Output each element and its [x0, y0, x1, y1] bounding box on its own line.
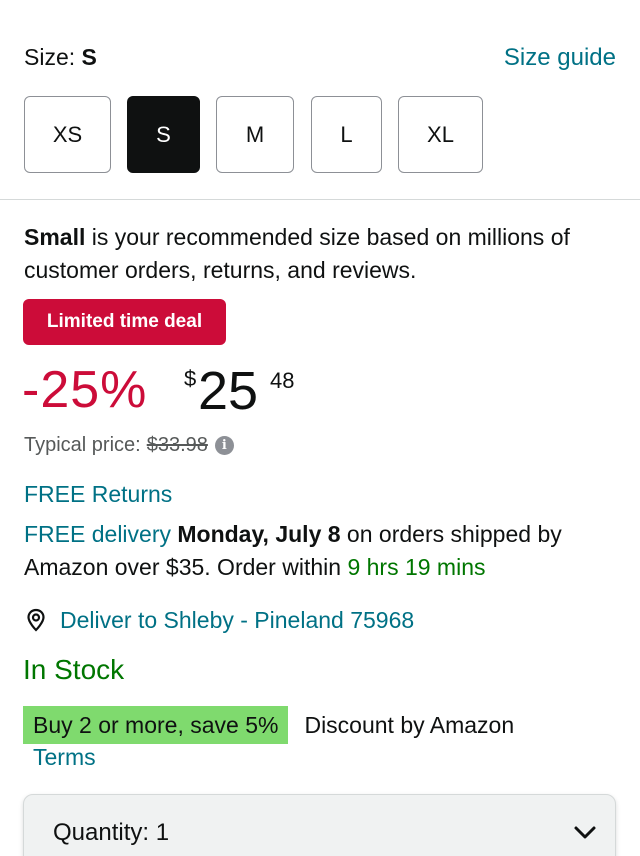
divider [0, 199, 640, 200]
size-label: Size: S [24, 44, 97, 71]
deliver-to-location[interactable]: Deliver to Shleby - Pineland 75968 [24, 604, 414, 636]
typical-price-label: Typical price: [24, 434, 141, 456]
limited-time-deal-badge: Limited time deal [23, 299, 226, 345]
size-option-l[interactable]: L [311, 96, 382, 173]
quantity-select[interactable]: Quantity: 1 [23, 794, 616, 856]
delivery-date: Monday, July 8 [177, 521, 341, 547]
price-whole: 25 [198, 361, 259, 421]
quantity-value: 1 [155, 819, 170, 846]
size-option-xl[interactable]: XL [398, 96, 483, 173]
chevron-down-icon [574, 826, 596, 839]
size-option-m[interactable]: M [216, 96, 294, 173]
size-header: Size: S Size guide [24, 44, 616, 74]
terms-link[interactable]: Terms [33, 744, 96, 771]
deliver-to-text: Deliver to Shleby - Pineland 75968 [60, 606, 415, 633]
free-delivery-link[interactable]: FREE delivery [24, 521, 171, 547]
promotion-note: Discount by Amazon [304, 711, 515, 738]
size-option-xs[interactable]: XS [24, 96, 111, 173]
info-icon[interactable]: i [214, 436, 234, 455]
promotion-badge: Buy 2 or more, save 5% [23, 706, 289, 744]
free-returns-link[interactable]: FREE Returns [24, 481, 172, 508]
delivery-countdown: 9 hrs 19 mins [347, 554, 486, 580]
recommended-size: Small [24, 224, 86, 250]
selected-size: S [81, 44, 97, 70]
price-fraction: 48 [270, 368, 295, 393]
typical-price-value: $33.98 [146, 434, 208, 456]
recommendation-text: is your recommended size based on millio… [24, 224, 570, 283]
typical-price: Typical price: $33.98 i [24, 434, 234, 457]
size-recommendation: Small is your recommended size based on … [24, 221, 620, 287]
size-guide-link[interactable]: Size guide [504, 44, 616, 72]
price-currency: $ [184, 366, 197, 391]
quantity-label: Quantity: 1 [53, 819, 169, 847]
discount-percent: -25% [22, 361, 148, 419]
quantity-label-text: Quantity: [53, 819, 150, 846]
stock-status: In Stock [23, 654, 125, 685]
size-label-prefix: Size: [24, 44, 76, 70]
location-pin-icon [27, 608, 45, 632]
delivery-info: FREE delivery Monday, July 8 on orders s… [24, 518, 620, 584]
size-option-s[interactable]: S [127, 96, 200, 173]
promotion: Buy 2 or more, save 5% Discount by Amazo… [23, 706, 514, 744]
